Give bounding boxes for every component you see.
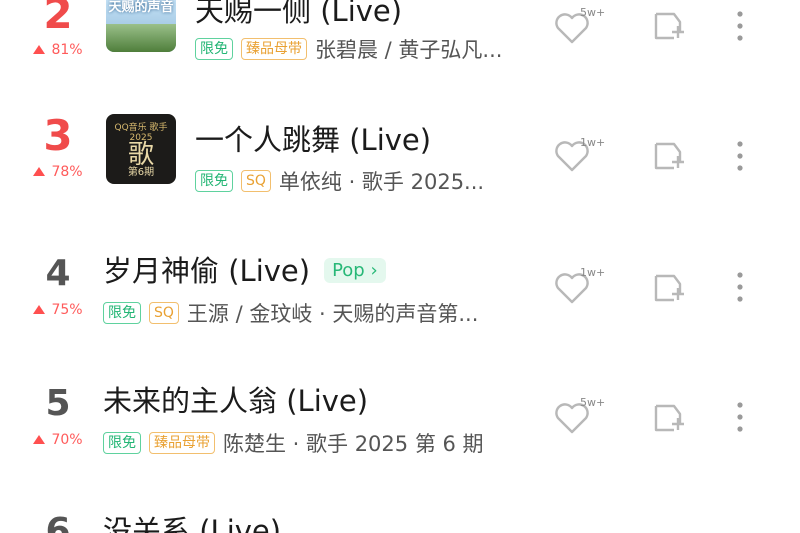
quality-tag: SQ (241, 170, 271, 192)
rank-number: 3 (43, 111, 73, 160)
song-meta: 限免 臻品母带 陈楚生 · 歌手 2025 第 6 期 (103, 428, 484, 458)
artist-album[interactable]: 王源 / 金玟岐 · 天赐的声音第... (187, 298, 478, 328)
cover-episode: 第6期 (127, 167, 155, 178)
like-count: 1w+ (580, 136, 606, 149)
add-to-playlist-icon[interactable] (650, 138, 686, 174)
song-meta: 限免 臻品母带 张碧晨 / 黄子弘凡... (195, 34, 502, 64)
rank-number: 4 (45, 253, 71, 294)
add-to-playlist-icon[interactable] (650, 400, 686, 436)
rank-block: 6 (18, 512, 98, 533)
rank-block: 2 81% (18, 0, 98, 58)
trend-up-icon (33, 167, 46, 176)
like-count: 5w+ (580, 6, 606, 19)
artist-album[interactable]: 陈楚生 · 歌手 2025 第 6 期 (223, 428, 484, 458)
like-count: 1w+ (580, 266, 606, 279)
quality-tag: 臻品母带 (241, 38, 307, 60)
more-vertical-icon[interactable] (730, 397, 750, 437)
rank-number: 6 (45, 511, 71, 533)
rank-number: 5 (45, 383, 71, 424)
rank-trend: 81% (18, 42, 98, 58)
free-tag: 限免 (103, 432, 141, 454)
rank-trend: 78% (18, 164, 98, 180)
quality-tag: SQ (149, 302, 179, 324)
song-row-3[interactable]: 3 78% QQ音乐 歌手 2025 歌 第6期 一个人跳舞 (Live) 限免… (0, 100, 800, 230)
album-cover[interactable]: QQ音乐 歌手 2025 歌 第6期 (106, 114, 176, 184)
rank-number: 2 (43, 0, 73, 38)
song-title[interactable]: 一个人跳舞 (Live) (195, 117, 431, 159)
more-vertical-icon[interactable] (730, 6, 750, 46)
free-tag: 限免 (103, 302, 141, 324)
rank-trend: 75% (18, 302, 98, 318)
rank-block: 4 75% (18, 254, 98, 318)
add-to-playlist-icon[interactable] (650, 8, 686, 44)
album-cover[interactable]: 天赐的声音 (106, 0, 176, 52)
song-row-5[interactable]: 5 70% 未来的主人翁 (Live) 限免 臻品母带 陈楚生 · 歌手 202… (0, 366, 800, 496)
like-count: 5w+ (580, 396, 606, 409)
add-to-playlist-icon[interactable] (650, 270, 686, 306)
artist-album[interactable]: 张碧晨 / 黄子弘凡... (315, 34, 502, 64)
song-title[interactable]: 未来的主人翁 (Live) (103, 378, 368, 420)
quality-tag: 臻品母带 (149, 432, 215, 454)
free-tag: 限免 (195, 38, 233, 60)
song-title[interactable]: 天赐一侧 (Live) (195, 0, 402, 30)
song-row-4[interactable]: 4 75% 岁月神偷 (Live) Pop › 限免 SQ 王源 / 金玟岐 · … (0, 236, 800, 366)
more-vertical-icon[interactable] (730, 136, 750, 176)
rank-block: 3 78% (18, 114, 98, 180)
song-title[interactable]: 岁月神偷 (Live) Pop › (103, 248, 386, 290)
trend-up-icon (33, 305, 46, 314)
rank-block: 5 70% (18, 384, 98, 448)
song-meta: 限免 SQ 王源 / 金玟岐 · 天赐的声音第... (103, 298, 478, 328)
trend-up-icon (33, 435, 46, 444)
song-row-6[interactable]: 6 没关系 (Live) (0, 496, 800, 533)
cover-text: 天赐的声音 (108, 0, 174, 15)
song-meta: 限免 SQ 单依纯 · 歌手 2025... (195, 166, 484, 196)
song-title[interactable]: 没关系 (Live) (103, 508, 281, 533)
song-row-2[interactable]: 2 81% 天赐的声音 天赐一侧 (Live) 限免 臻品母带 张碧晨 / 黄子… (0, 0, 800, 100)
artist-album[interactable]: 单依纯 · 歌手 2025... (279, 166, 484, 196)
more-vertical-icon[interactable] (730, 267, 750, 307)
cover-landscape (106, 24, 176, 52)
trend-up-icon (33, 45, 46, 54)
rank-trend: 70% (18, 432, 98, 448)
genre-tag[interactable]: Pop › (324, 258, 386, 283)
free-tag: 限免 (195, 170, 233, 192)
